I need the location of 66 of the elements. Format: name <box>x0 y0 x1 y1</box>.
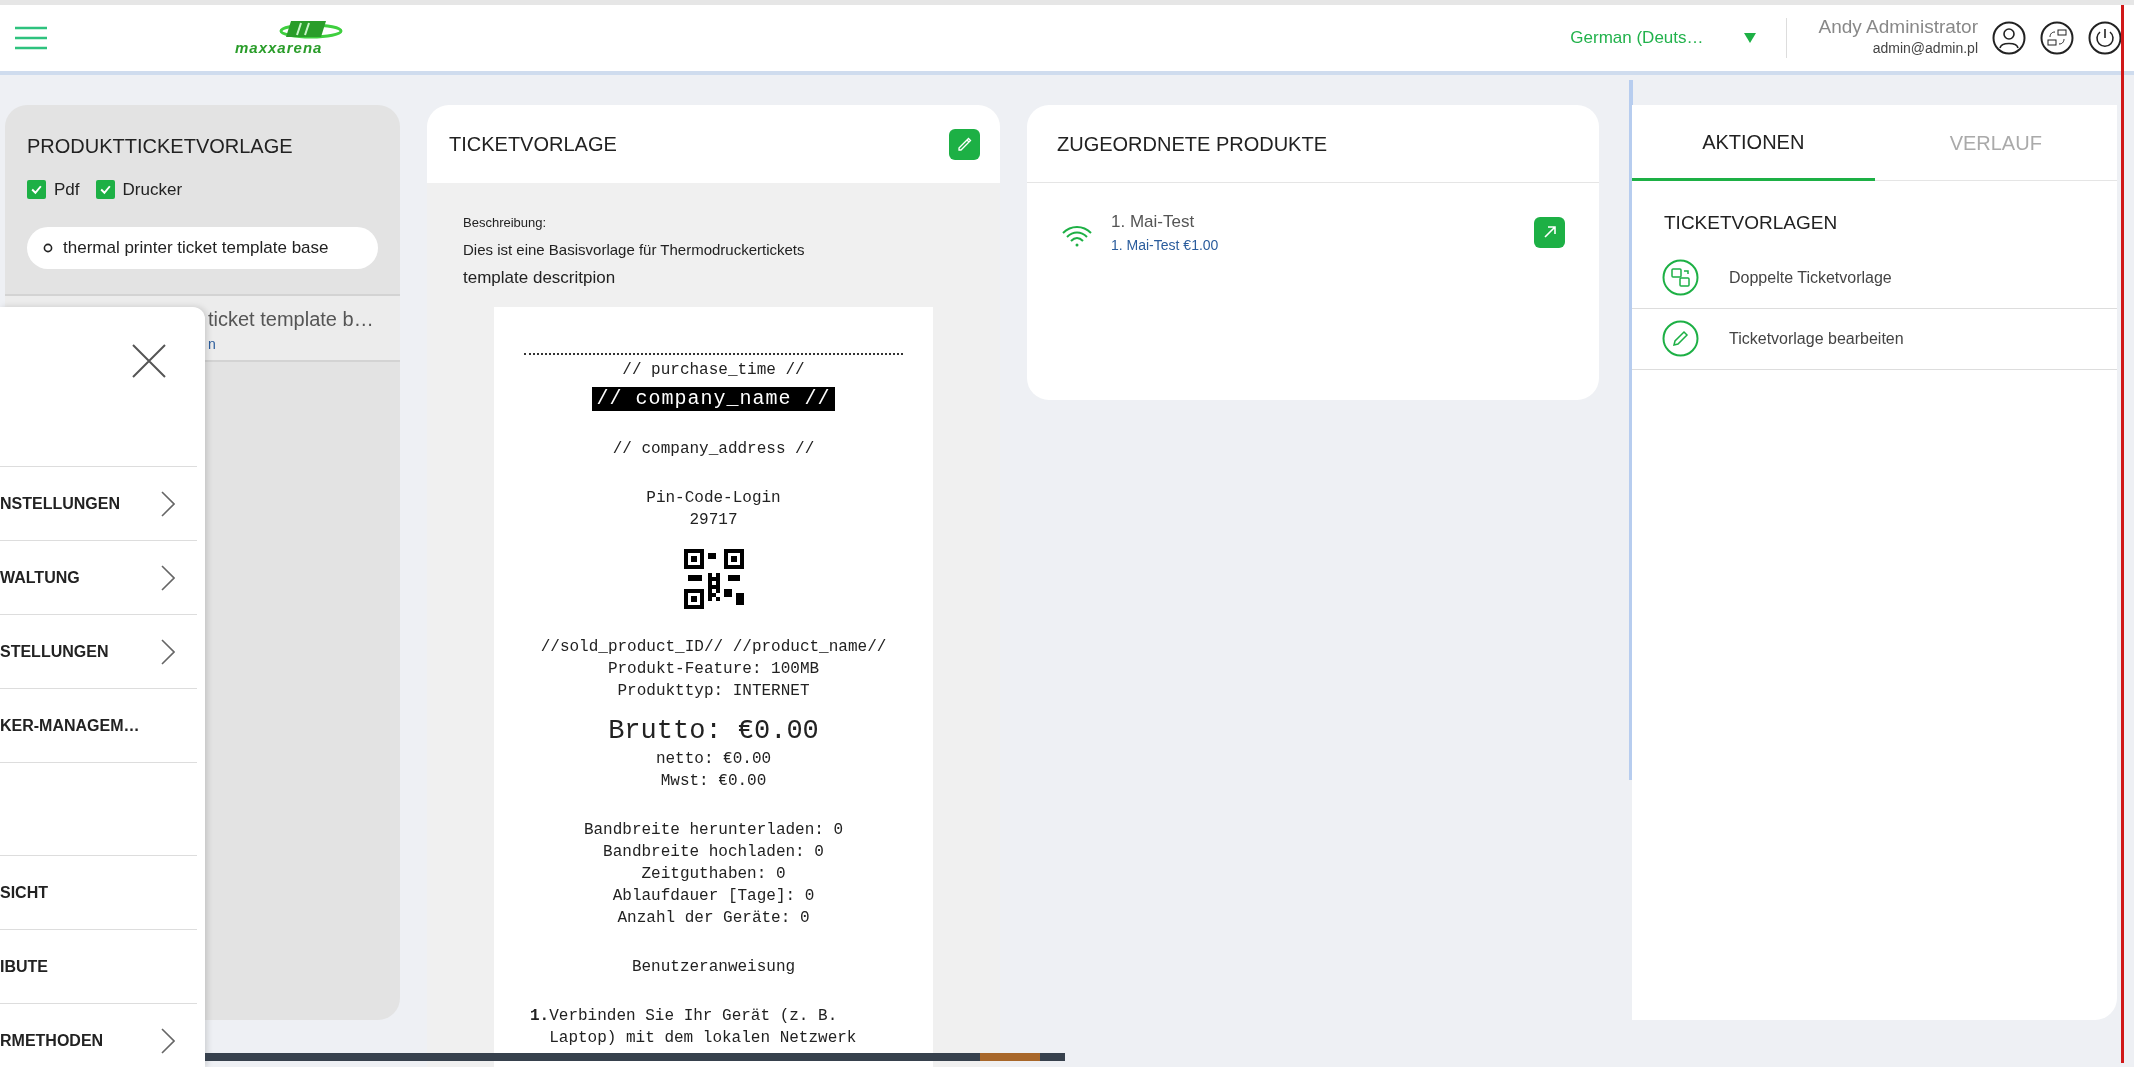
edit-button[interactable] <box>949 128 980 160</box>
menu-icon[interactable] <box>15 26 47 50</box>
check-icon <box>98 183 112 197</box>
user-email: admin@admin.pl <box>1871 38 1978 58</box>
checkbox-label: Pdf <box>54 179 80 201</box>
card-title: ZUGEORDNETE PRODUKTE <box>1057 131 1328 157</box>
ticket-line: netto: €0.00 <box>654 748 773 770</box>
open-button[interactable] <box>1534 216 1565 248</box>
search-icon <box>43 242 53 253</box>
qr-code-icon <box>683 548 744 609</box>
ticket-line: //sold_product_ID// //product_name// <box>539 636 888 658</box>
search-field[interactable]: thermal printer ticket template base <box>53 233 362 262</box>
user-name: Andy Administrator <box>1818 17 1978 38</box>
ticket-line: Produkttyp: INTERNET <box>616 680 811 702</box>
ticket-line: Anzahl der Geräte: 0 <box>616 907 811 929</box>
menu-item[interactable]: NSTELLUNGEN <box>0 467 197 541</box>
ticket-line: Pin-Code-Login <box>645 487 782 509</box>
product-detail: 1. Mai-Test €1.00 <box>1111 235 1219 255</box>
menu-item[interactable]: WALTUNG <box>0 541 197 615</box>
logo-text: maxxarena <box>235 40 323 55</box>
copy-icon <box>1662 259 1699 296</box>
check-icon <box>30 183 43 197</box>
ticket-line: Bandbreite hochladen: 0 <box>602 841 825 863</box>
item-title: ticket template b… <box>208 306 375 332</box>
pencil-icon <box>1662 320 1699 357</box>
ticket-line: Ablaufdauer [Tage]: 0 <box>611 885 816 907</box>
ticket-total: Brutto: €0.00 <box>607 714 820 748</box>
menu-item[interactable]: IBUTE <box>0 930 197 1004</box>
caret-icon[interactable] <box>1743 33 1756 43</box>
section-title: TICKETVORLAGEN <box>1663 211 1839 235</box>
menu-item[interactable]: STELLUNGEN <box>0 615 197 689</box>
ticket-line: Mwst: €0.00 <box>659 770 768 792</box>
description-note: template descritpion <box>463 267 617 289</box>
menu-item[interactable]: KER-MANAGEM… <box>0 689 197 763</box>
close-button[interactable] <box>131 343 167 379</box>
search-box[interactable]: thermal printer ticket template base <box>27 226 378 269</box>
checkbox[interactable] <box>95 180 115 200</box>
close-icon <box>131 343 167 379</box>
logo[interactable]: maxxarena <box>235 21 367 55</box>
panel-title: PRODUKTTICKETVORLAGE <box>26 134 294 159</box>
pencil-icon <box>955 135 974 153</box>
power-icon[interactable] <box>2088 21 2122 55</box>
ticket-line: 29717 <box>688 509 739 531</box>
action-item[interactable]: Doppelte Ticketvorlage <box>1632 247 2117 309</box>
description-text: Dies ist eine Basisvorlage für Thermodruckertickets <box>463 239 806 260</box>
item-subtitle: n <box>208 334 217 354</box>
checkbox-label: Drucker <box>122 179 183 201</box>
ticket-line: Produkt-Feature: 100MB <box>606 658 821 680</box>
product-name: 1. Mai-Test <box>1111 211 1196 233</box>
description-label: Beschreibung: <box>463 214 548 232</box>
instruction-text: 1.Verbinden Sie Ihr Gerät (z. B. Laptop) mit dem lokalen Netzwerk <box>530 1005 858 1049</box>
menu-item[interactable]: RMETHODEN <box>0 1004 197 1067</box>
ticket-line: Bandbreite herunterladen: 0 <box>582 819 845 841</box>
menu-item[interactable]: SICHT <box>0 856 197 930</box>
horizontal-scrollbar[interactable] <box>205 1053 1065 1061</box>
switch-icon[interactable] <box>2040 21 2074 55</box>
ticket-line: Zeitguthaben: 0 <box>640 863 787 885</box>
ticket-line: // company_address // <box>611 438 816 460</box>
checkbox[interactable] <box>27 180 46 200</box>
wifi-icon <box>1061 223 1093 247</box>
card-title: TICKETVORLAGE <box>449 132 617 157</box>
tab[interactable]: AKTIONEN <box>1632 105 1875 181</box>
user-icon[interactable] <box>1992 21 2026 55</box>
ticket-line: Benutzeranweisung <box>630 956 797 978</box>
ticket-line: // purchase_time // <box>621 359 806 381</box>
action-item[interactable]: Ticketvorlage bearbeiten <box>1632 308 2117 370</box>
